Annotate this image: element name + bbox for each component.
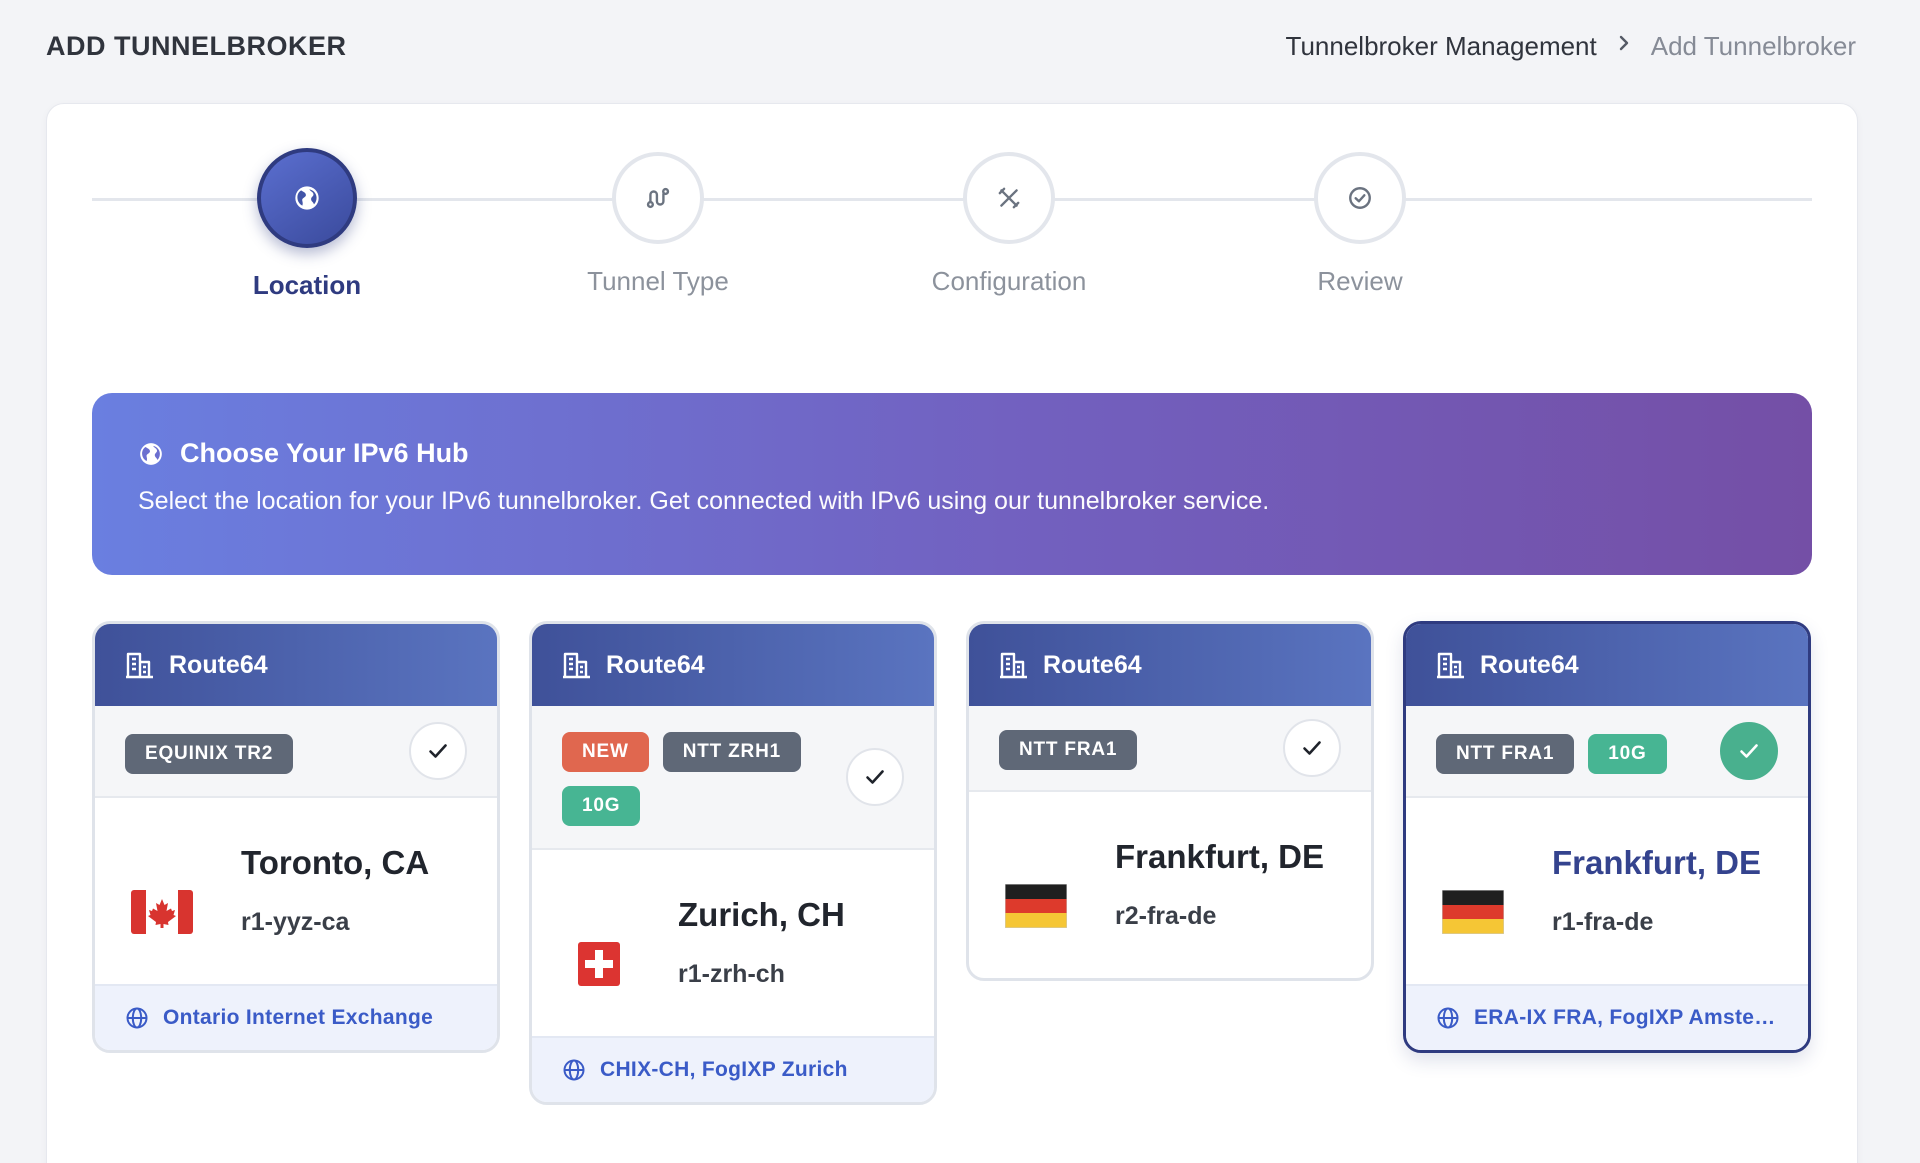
germany-flag-icon: [1442, 890, 1504, 934]
location-router: r1-zrh-ch: [678, 959, 785, 988]
exchange-list: Ontario Internet Exchange: [163, 1006, 434, 1029]
info-banner: Choose Your IPv6 Hub Select the location…: [92, 393, 1812, 575]
location-city: Toronto, CA: [241, 843, 430, 881]
globe-icon: [257, 148, 357, 248]
speed-badge: 10G: [562, 786, 641, 826]
location-body: Zurich, CH r1-zrh-ch: [532, 850, 934, 1036]
wizard-card: Location Tunnel Type Configuration Revie…: [46, 103, 1858, 1163]
location-body: Toronto, CA r1-yyz-ca: [95, 798, 497, 984]
check-icon: [1303, 741, 1321, 755]
check-icon: [429, 744, 447, 758]
location-grid: Route64 EQUINIX TR2 Toronto, CA r1-yyz-c…: [92, 621, 1814, 1163]
location-exchanges: Ontario Internet Exchange: [95, 984, 497, 1050]
step-label: Location: [252, 270, 362, 300]
select-check-button[interactable]: [409, 722, 467, 780]
step-configuration[interactable]: Configuration: [889, 140, 1129, 297]
location-card-header: Route64: [95, 624, 497, 706]
select-check-button[interactable]: [1720, 722, 1778, 780]
new-badge: NEW: [562, 732, 649, 772]
building-icon: [126, 652, 153, 679]
location-city: Frankfurt, DE: [1552, 843, 1762, 881]
banner-title: Choose Your IPv6 Hub: [180, 438, 469, 468]
breadcrumb-current: Add Tunnelbroker: [1650, 30, 1856, 61]
select-check-button[interactable]: [846, 748, 904, 806]
check-icon: [1740, 744, 1758, 758]
location-card-toronto[interactable]: Route64 EQUINIX TR2 Toronto, CA r1-yyz-c…: [92, 621, 500, 1053]
datacenter-badge: EQUINIX TR2: [125, 734, 294, 774]
location-provider: Route64: [606, 650, 705, 679]
chevron-right-icon: [1617, 32, 1631, 60]
location-card-frankfurt-r2[interactable]: Route64 NTT FRA1 Frankfurt, DE r2-fra-de: [966, 621, 1374, 981]
location-provider: Route64: [1043, 650, 1142, 679]
check-circle-icon: [1314, 152, 1406, 244]
banner-description: Select the location for your IPv6 tunnel…: [138, 487, 1270, 515]
page-header: ADD TUNNELBROKER Tunnelbroker Management…: [46, 26, 1856, 66]
germany-flag-icon: [1005, 884, 1067, 928]
exchange-list: ERA-IX FRA, FogIXP Amster...: [1474, 1006, 1778, 1029]
location-tags: NTT FRA1 10G: [1406, 706, 1808, 798]
location-card-frankfurt-r1[interactable]: Route64 NTT FRA1 10G Frankfurt, DE r1-fr…: [1403, 621, 1811, 1053]
location-provider: Route64: [169, 650, 268, 679]
location-body: Frankfurt, DE r1-fra-de: [1406, 798, 1808, 984]
step-tunnel-type[interactable]: Tunnel Type: [538, 140, 778, 297]
page-title: ADD TUNNELBROKER: [46, 30, 347, 61]
datacenter-badge: NTT FRA1: [999, 730, 1138, 770]
location-body: Frankfurt, DE r2-fra-de: [969, 792, 1371, 978]
location-tags: EQUINIX TR2: [95, 706, 497, 798]
location-card-zurich[interactable]: Route64 NEW NTT ZRH1 10G Zurich, CH r1-z…: [529, 621, 937, 1105]
breadcrumb-parent-link[interactable]: Tunnelbroker Management: [1286, 31, 1597, 62]
location-router: r1-yyz-ca: [241, 907, 350, 936]
globe-outline-icon: [563, 1059, 585, 1081]
step-label: Review: [1317, 266, 1403, 296]
check-icon: [866, 770, 884, 784]
step-location[interactable]: Location: [187, 140, 427, 301]
wizard-stepper: Location Tunnel Type Configuration Revie…: [92, 140, 1812, 300]
location-card-header: Route64: [532, 624, 934, 706]
step-review[interactable]: Review: [1240, 140, 1480, 297]
location-city: Frankfurt, DE: [1115, 837, 1325, 875]
datacenter-badge: NTT FRA1: [1436, 734, 1575, 774]
location-exchanges: ERA-IX FRA, FogIXP Amster...: [1406, 984, 1808, 1050]
location-card-header: Route64: [969, 624, 1371, 706]
building-icon: [1000, 652, 1027, 679]
globe-icon: [140, 442, 162, 465]
step-label: Tunnel Type: [587, 266, 729, 296]
speed-badge: 10G: [1588, 734, 1667, 774]
breadcrumb: Tunnelbroker Management Add Tunnelbroker: [1286, 31, 1856, 62]
globe-outline-icon: [126, 1007, 148, 1029]
location-card-header: Route64: [1406, 624, 1808, 706]
datacenter-badge: NTT ZRH1: [662, 732, 801, 772]
location-router: r2-fra-de: [1115, 901, 1217, 930]
location-exchanges: CHIX-CH, FogIXP Zurich: [532, 1036, 934, 1102]
canada-flag-icon: [131, 890, 193, 934]
tools-icon: [963, 152, 1055, 244]
building-icon: [563, 652, 590, 679]
location-tags: NEW NTT ZRH1 10G: [532, 706, 934, 850]
step-label: Configuration: [931, 266, 1087, 296]
switzerland-flag-icon: [568, 942, 630, 986]
exchange-list: CHIX-CH, FogIXP Zurich: [600, 1058, 848, 1081]
building-icon: [1437, 652, 1464, 679]
globe-outline-icon: [1437, 1007, 1459, 1029]
select-check-button[interactable]: [1283, 719, 1341, 777]
location-provider: Route64: [1480, 650, 1579, 679]
location-city: Zurich, CH: [678, 895, 845, 933]
location-router: r1-fra-de: [1552, 907, 1654, 936]
location-tags: NTT FRA1: [969, 706, 1371, 792]
route-icon: [612, 152, 704, 244]
